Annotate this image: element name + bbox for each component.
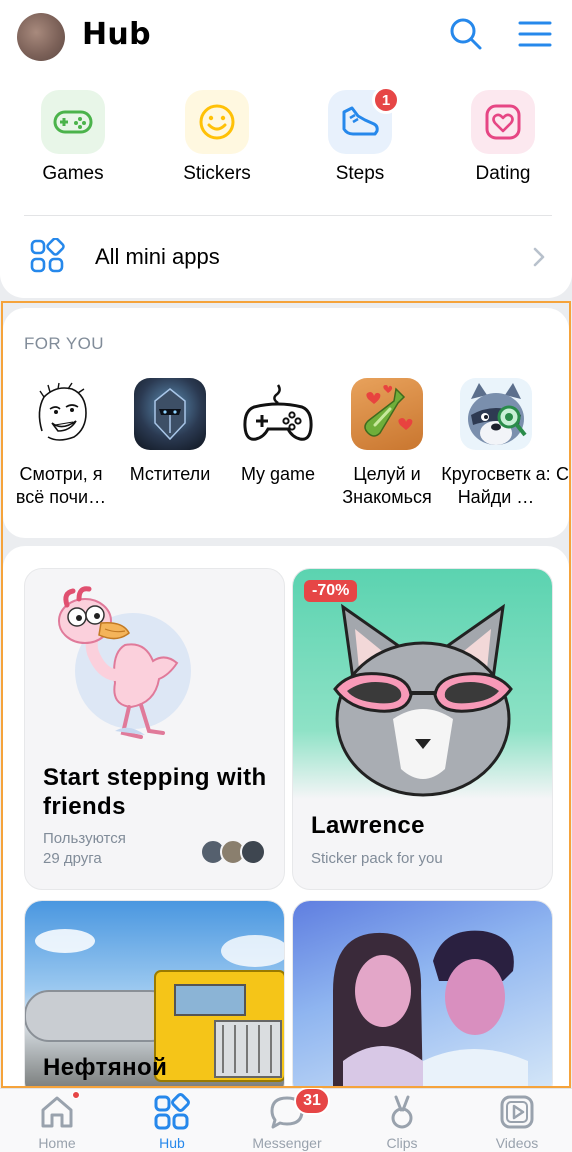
shortcut-label: Dating <box>475 163 531 184</box>
notification-dot <box>72 1091 80 1099</box>
unread-badge: 31 <box>294 1087 330 1115</box>
gamepad-icon <box>41 90 105 154</box>
tab-hub[interactable]: Hub <box>115 1089 229 1152</box>
notification-badge: 1 <box>372 86 400 114</box>
all-mini-apps-label: All mini apps <box>95 244 220 269</box>
mini-app[interactable]: My game <box>222 378 334 486</box>
tab-clips[interactable]: Clips <box>345 1089 459 1152</box>
mini-app[interactable]: Целуй и Знакомься <box>331 378 443 509</box>
tab-videos[interactable]: Videos <box>460 1089 572 1152</box>
meme-face-icon <box>25 378 97 450</box>
home-icon <box>41 1096 73 1128</box>
sneaker-icon: 1 <box>328 86 400 154</box>
smile-icon <box>185 90 249 154</box>
mini-app-name: Со а <box>556 464 569 484</box>
shortcut-label: Steps <box>335 163 385 184</box>
promo-card-steps[interactable]: Start stepping with friends Пользуются 2… <box>24 568 285 890</box>
promo-card-truck-game[interactable]: Нефтяной <box>24 900 285 1086</box>
clips-icon <box>391 1095 413 1129</box>
user-avatar[interactable] <box>17 13 65 61</box>
all-mini-apps-row[interactable]: All mini apps <box>0 222 572 292</box>
tab-label: Home <box>38 1135 76 1151</box>
mini-app-name: Смотри, я всё почи… <box>15 464 107 507</box>
promo-grid: Start stepping with friends Пользуются 2… <box>3 546 569 1086</box>
ostrich-sticker-icon <box>58 586 191 739</box>
mini-app-name: Кругосветк а: Найди … <box>441 464 551 507</box>
tab-label: Videos <box>495 1135 539 1151</box>
header: Hub <box>0 0 572 76</box>
friends-avatars <box>200 839 266 865</box>
shortcut-steps[interactable]: 1 Steps <box>300 86 420 185</box>
bottom-tab-bar: Home Hub 31 Messenger Clips Videos <box>0 1087 572 1152</box>
search-icon[interactable] <box>447 16 483 52</box>
for-you-apps-row: Смотри, я всё почи… Мстители My game Цел… <box>3 378 569 528</box>
page-title: Hub <box>82 17 151 52</box>
promo-subtitle: Пользуются <box>43 830 126 847</box>
shortcut-games[interactable]: Games <box>13 90 133 185</box>
promo-subtitle: Sticker pack for you <box>311 850 443 867</box>
heart-icon <box>471 90 535 154</box>
friend-avatar <box>240 839 266 865</box>
shortcut-stickers[interactable]: Stickers <box>157 90 277 185</box>
divider <box>24 215 552 216</box>
promo-subtitle: 29 друга <box>43 850 102 867</box>
mini-app[interactable]: Кругосветк а: Найди … <box>440 378 552 509</box>
shortcut-dating[interactable]: Dating <box>443 90 563 185</box>
for-you-section: FOR YOU Смотри, я всё почи… Мстители My … <box>3 308 569 538</box>
mini-app-name: Целуй и Знакомься <box>342 464 432 507</box>
hub-top-card: Hub Games Stickers 1 Steps Dating All mi… <box>0 0 572 298</box>
tab-label: Messenger <box>252 1135 322 1151</box>
mini-app-name: My game <box>240 464 316 484</box>
promo-card-dating[interactable] <box>292 900 553 1086</box>
tab-label: Clips <box>386 1135 418 1151</box>
discount-badge: -70% <box>304 580 358 602</box>
tab-label: Hub <box>159 1135 185 1151</box>
shortcut-label: Games <box>42 163 104 184</box>
tab-home[interactable]: Home <box>0 1089 114 1152</box>
menu-icon[interactable] <box>517 16 553 52</box>
chevron-right-icon <box>533 247 545 267</box>
mini-app-name: Мстители <box>129 464 211 484</box>
cat-sunglasses-sticker-icon <box>333 603 513 797</box>
promo-title: Lawrence <box>311 812 425 839</box>
apps-grid-icon <box>30 238 65 273</box>
mini-app[interactable]: Со а <box>549 378 569 486</box>
mini-app[interactable]: Смотри, я всё почи… <box>5 378 117 509</box>
promo-card-lawrence[interactable]: -70% Lawrence Sticker pack for you <box>292 568 553 890</box>
bottle-icon <box>351 378 423 450</box>
raccoon-detective-icon <box>460 378 532 450</box>
video-icon <box>500 1095 534 1129</box>
shortcut-row: Games Stickers 1 Steps Dating <box>0 86 572 200</box>
game-controller-icon <box>242 378 314 450</box>
shortcut-label: Stickers <box>183 163 251 184</box>
promo-title: Start stepping with friends <box>43 764 267 820</box>
promo-title: Нефтяной <box>43 1054 168 1081</box>
hub-icon <box>154 1093 190 1130</box>
couple-illustration-icon <box>333 930 528 1086</box>
section-title: FOR YOU <box>24 334 104 353</box>
mini-app[interactable]: Мстители <box>114 378 226 486</box>
tab-messenger[interactable]: 31 Messenger <box>230 1087 344 1152</box>
knight-helmet-icon <box>134 378 206 450</box>
